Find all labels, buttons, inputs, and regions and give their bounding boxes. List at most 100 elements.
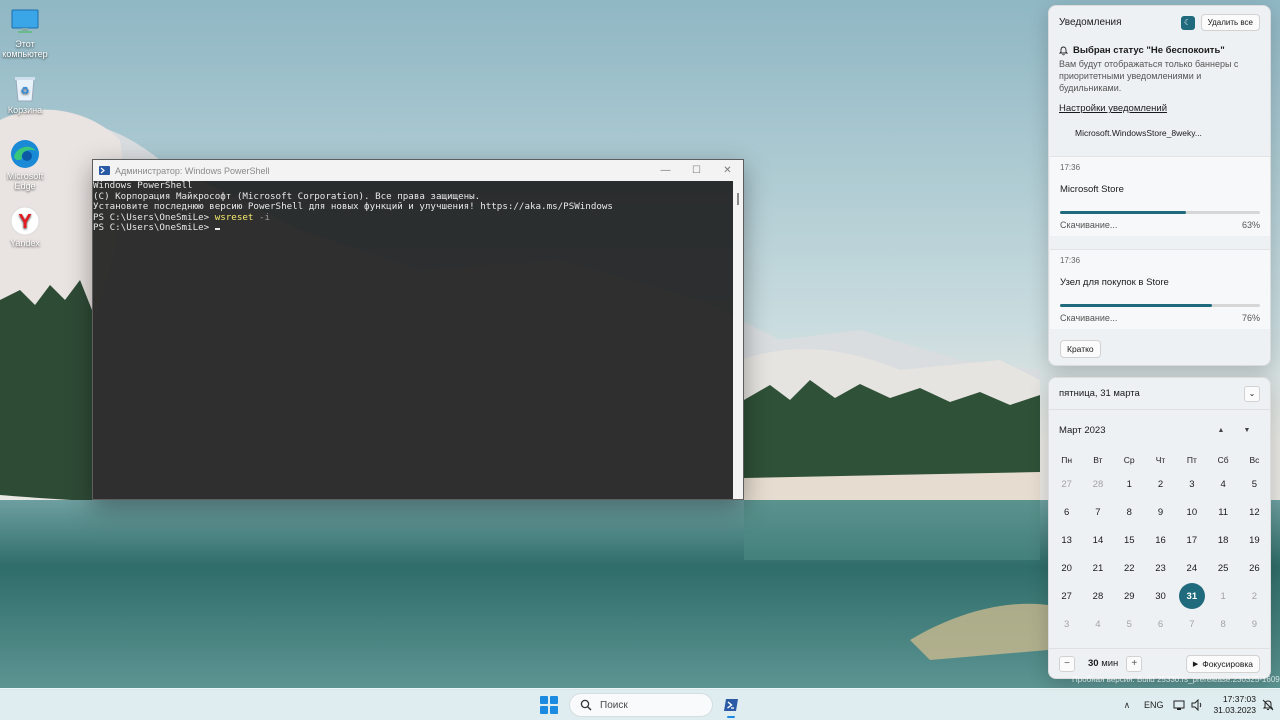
console-scrollbar[interactable] [733, 181, 743, 499]
text-cursor [214, 228, 220, 230]
scrollbar-thumb[interactable] [737, 193, 739, 205]
day-number: 6 [1064, 506, 1070, 518]
windows-logo-icon [550, 706, 558, 714]
calendar-day[interactable]: 1 [1114, 470, 1145, 498]
calendar-day[interactable]: 4 [1082, 610, 1113, 638]
calendar-day[interactable]: 27 [1051, 470, 1082, 498]
calendar-day[interactable]: 3 [1176, 470, 1207, 498]
toast-microsoft-store[interactable]: 17:36 Microsoft Store Скачивание... 63% [1050, 156, 1270, 236]
calendar-day[interactable]: 5 [1114, 610, 1145, 638]
calendar-day[interactable]: 23 [1145, 554, 1176, 582]
calendar-day[interactable]: 26 [1239, 554, 1270, 582]
calendar-day[interactable]: 11 [1207, 498, 1238, 526]
desktop-icon-recycle-bin[interactable]: ♻ Корзина [0, 73, 50, 115]
notification-settings-link[interactable]: Настройки уведомлений [1059, 103, 1167, 114]
calendar-day[interactable]: 12 [1239, 498, 1270, 526]
desktop-icon-this-pc[interactable]: Этот компьютер [0, 7, 50, 59]
calendar-day[interactable]: 8 [1207, 610, 1238, 638]
calendar-day[interactable]: 6 [1051, 498, 1082, 526]
calendar-day[interactable]: 16 [1145, 526, 1176, 554]
calendar-day[interactable]: 9 [1145, 498, 1176, 526]
notification-bell-icon[interactable] [1262, 699, 1274, 711]
desktop-icon-yandex[interactable]: Y Yandex [0, 206, 50, 248]
powershell-window[interactable]: Администратор: Windows PowerShell — ☐ ✕ … [92, 159, 744, 500]
focus-button-label: Фокусировка [1202, 658, 1253, 669]
decrease-minutes-button[interactable]: − [1059, 655, 1075, 672]
calendar-day[interactable]: 3 [1051, 610, 1082, 638]
calendar-day[interactable]: 7 [1082, 498, 1113, 526]
collapse-brief-button[interactable]: Кратко [1060, 340, 1101, 358]
toast-status: Скачивание... 76% [1060, 313, 1260, 323]
chevron-down-icon[interactable]: ⌄ [1244, 385, 1260, 402]
console-output[interactable]: Windows PowerShell (C) Корпорация Майкрос… [93, 181, 733, 499]
next-month-button[interactable]: ▼ [1234, 427, 1260, 434]
input-language[interactable]: ENG [1144, 700, 1164, 710]
calendar-day[interactable]: 14 [1082, 526, 1113, 554]
start-button[interactable] [540, 696, 558, 714]
calendar-day[interactable]: 8 [1114, 498, 1145, 526]
calendar-day[interactable]: 5 [1239, 470, 1270, 498]
toast-store-purchase-host[interactable]: 17:36 Узел для покупок в Store Скачивани… [1050, 249, 1270, 329]
calendar-day[interactable]: 4 [1207, 470, 1238, 498]
svg-text:Y: Y [18, 211, 32, 233]
day-number: 23 [1155, 562, 1166, 574]
calendar-day[interactable]: 13 [1051, 526, 1082, 554]
calendar-day[interactable]: 30 [1145, 582, 1176, 610]
month-label[interactable]: Март 2023 [1059, 425, 1208, 436]
play-icon: ▶ [1192, 660, 1199, 668]
day-number: 27 [1061, 590, 1072, 602]
taskbar: ∧ ENG 17:37:03 31.03.2023 [0, 688, 1280, 720]
focus-button[interactable]: ▶ Фокусировка [1185, 654, 1260, 673]
do-not-disturb-banner: Выбран статус "Не беспокоить" Вам будут … [1049, 39, 1270, 114]
calendar-day[interactable]: 2 [1145, 470, 1176, 498]
calendar-day[interactable]: 21 [1082, 554, 1113, 582]
calendar-day[interactable]: 2 [1239, 582, 1270, 610]
calendar-day[interactable]: 25 [1207, 554, 1238, 582]
calendar-flyout: пятница, 31 марта ⌄ Март 2023 ▲ ▼ Пн Вт Ср… [1048, 377, 1271, 679]
focus-duration: 30 мин [1088, 658, 1118, 669]
calendar-day[interactable]: 24 [1176, 554, 1207, 582]
volume-icon [1191, 699, 1202, 711]
console-command-param: -i [253, 211, 271, 223]
day-number: 28 [1092, 478, 1104, 490]
day-number: 24 [1186, 562, 1198, 574]
dnd-description: Вам будут отображаться только баннеры с … [1059, 59, 1239, 93]
show-hidden-icons-button[interactable]: ∧ [1116, 700, 1138, 711]
previous-month-button[interactable]: ▲ [1208, 427, 1234, 434]
minimize-button[interactable]: — [650, 160, 681, 181]
calendar-day[interactable]: 10 [1176, 498, 1207, 526]
calendar-day[interactable]: 15 [1114, 526, 1145, 554]
day-number: 22 [1123, 562, 1135, 574]
clear-all-button[interactable]: Удалить все [1200, 14, 1260, 31]
calendar-day[interactable]: 19 [1239, 526, 1270, 554]
day-number: 25 [1217, 562, 1229, 574]
calendar-day[interactable]: 6 [1145, 610, 1176, 638]
do-not-disturb-icon[interactable]: ☾ [1180, 15, 1195, 30]
calendar-day[interactable]: 22 [1114, 554, 1145, 582]
calendar-day[interactable]: 27 [1051, 582, 1082, 610]
maximize-button[interactable]: ☐ [681, 160, 712, 181]
calendar-day[interactable]: 7 [1176, 610, 1207, 638]
day-number: 7 [1095, 506, 1101, 518]
status-text: Скачивание... [1060, 220, 1118, 230]
calendar-day[interactable]: 1 [1207, 582, 1238, 610]
calendar-day[interactable]: 29 [1114, 582, 1145, 610]
calendar-day[interactable]: 28 [1082, 582, 1113, 610]
window-titlebar[interactable]: Администратор: Windows PowerShell — ☐ ✕ [93, 160, 743, 181]
calendar-day[interactable]: 18 [1207, 526, 1238, 554]
taskbar-search[interactable] [569, 693, 713, 717]
calendar-day[interactable]: 17 [1176, 526, 1207, 554]
calendar-day[interactable]: 20 [1051, 554, 1082, 582]
taskbar-powershell-button[interactable] [718, 692, 744, 718]
calendar-day-today[interactable]: 31 [1176, 582, 1207, 610]
clock[interactable]: 17:37:03 31.03.2023 [1213, 694, 1256, 716]
close-button[interactable]: ✕ [712, 160, 743, 181]
desktop-icon-edge[interactable]: Microsoft Edge [0, 139, 50, 191]
progress-fill [1060, 211, 1186, 214]
increase-minutes-button[interactable]: + [1126, 655, 1143, 672]
calendar-day[interactable]: 9 [1239, 610, 1270, 638]
search-input[interactable] [600, 699, 700, 711]
calendar-day[interactable]: 28 [1082, 470, 1113, 498]
quick-settings-button[interactable] [1173, 699, 1203, 711]
app-group-header[interactable]: Microsoft.WindowsStore_8weky... [1049, 114, 1270, 142]
